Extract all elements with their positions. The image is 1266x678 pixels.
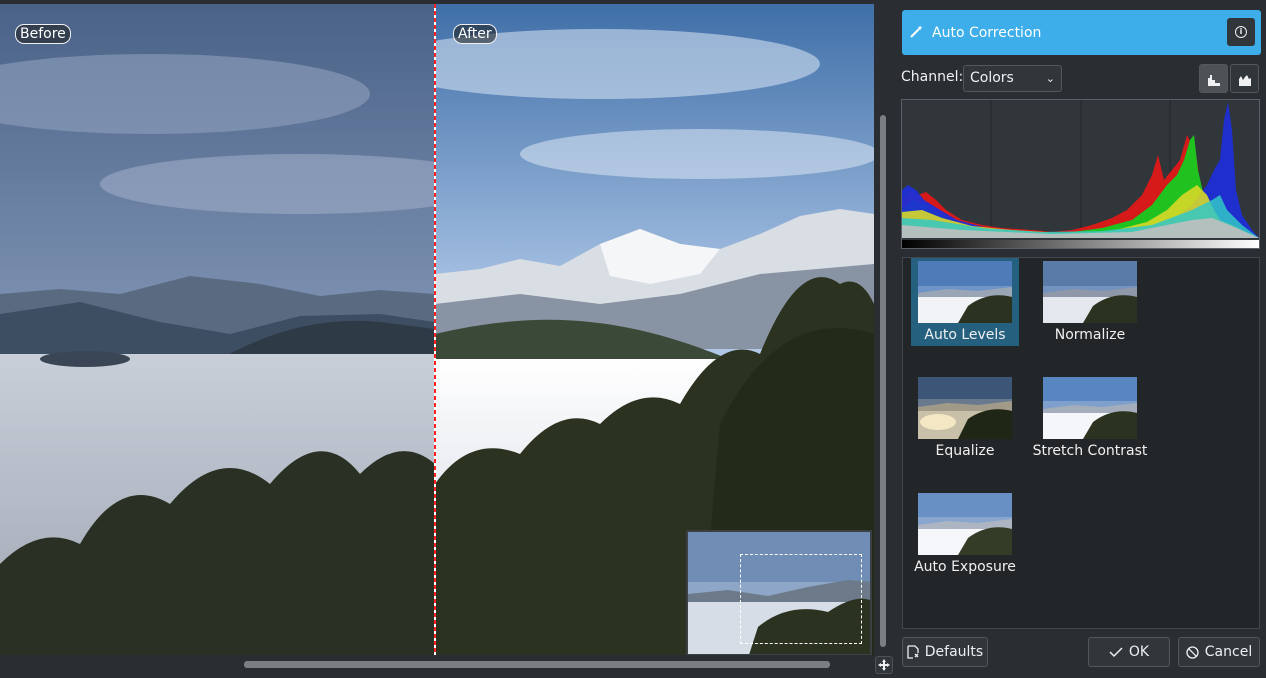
ok-button[interactable]: OK [1088, 637, 1170, 667]
preset-equalize[interactable]: Equalize [911, 374, 1019, 462]
checkmark-icon [1109, 647, 1123, 658]
preset-thumbnail [1043, 377, 1137, 439]
document-reset-icon [907, 645, 919, 659]
preset-stretch-contrast[interactable]: Stretch Contrast [1033, 374, 1147, 462]
image-preview[interactable]: Before After [0, 4, 874, 655]
horizontal-scrollbar-thumb[interactable] [244, 661, 830, 668]
preset-list[interactable]: Auto Levels Normalize Equalize Stretch C… [902, 257, 1260, 629]
preset-thumbnail [1043, 261, 1137, 323]
tool-title: Auto Correction [932, 24, 1042, 41]
preset-thumbnail [918, 261, 1012, 323]
preset-thumbnail [918, 377, 1012, 439]
preset-label: Normalize [1054, 327, 1126, 343]
defaults-label: Defaults [924, 644, 984, 660]
linear-histogram-button[interactable] [1199, 64, 1228, 93]
navigator-thumbnail[interactable] [686, 530, 872, 655]
before-label: Before [15, 24, 71, 44]
channel-label: Channel: [901, 69, 964, 85]
cancel-icon [1186, 645, 1199, 659]
visible-region-rect[interactable] [740, 554, 862, 644]
logarithmic-histogram-icon [1238, 75, 1251, 86]
preset-thumbnail [918, 493, 1012, 555]
info-icon: i [1235, 26, 1247, 38]
cancel-label: Cancel [1204, 644, 1253, 660]
vertical-scrollbar-thumb[interactable] [880, 115, 886, 647]
split-divider[interactable] [434, 4, 436, 655]
channel-value: Colors [970, 70, 1014, 86]
info-button[interactable]: i [1227, 18, 1255, 46]
magic-wand-icon [910, 24, 924, 42]
pan-icon[interactable] [875, 656, 893, 674]
preset-normalize[interactable]: Normalize [1036, 258, 1144, 346]
linear-histogram-icon [1207, 75, 1220, 86]
after-label: After [453, 24, 497, 44]
cancel-button[interactable]: Cancel [1178, 637, 1260, 667]
preset-label: Stretch Contrast [1032, 443, 1148, 459]
auto-correction-dialog: Before After Auto Correction i Channel: … [0, 0, 1266, 678]
histogram [901, 99, 1260, 249]
tool-title-bar: Auto Correction i [902, 10, 1261, 55]
preset-auto-levels[interactable]: Auto Levels [911, 258, 1019, 346]
histogram-graph [902, 100, 1259, 248]
ok-label: OK [1128, 644, 1150, 660]
settings-panel: Auto Correction i Channel: Colors ⌄ Auto… [894, 0, 1266, 678]
defaults-button[interactable]: Defaults [902, 637, 988, 667]
logarithmic-histogram-button[interactable] [1230, 64, 1259, 93]
preset-auto-exposure[interactable]: Auto Exposure [911, 490, 1019, 578]
preset-label: Auto Exposure [914, 559, 1016, 575]
chevron-down-icon: ⌄ [1045, 72, 1055, 85]
channel-dropdown[interactable]: Colors ⌄ [963, 65, 1062, 92]
